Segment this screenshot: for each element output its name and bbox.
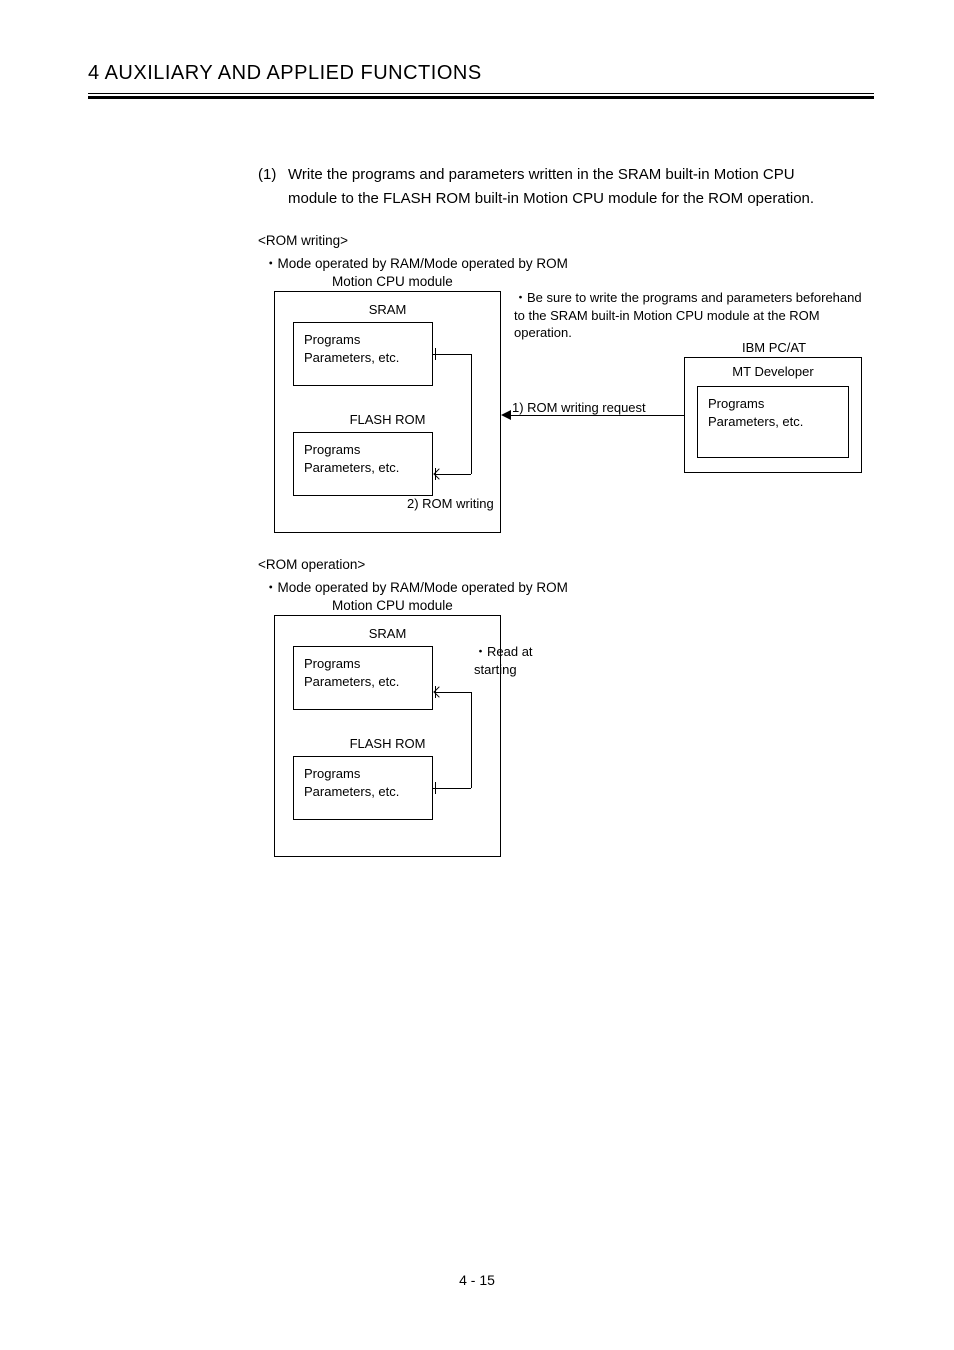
rom-operation-diagram: SRAM Programs Parameters, etc. FLASH ROM… — [274, 615, 874, 865]
sram-content-box-2: Programs Parameters, etc. — [293, 646, 433, 710]
ibm-pcat-label: IBM PC/AT — [714, 339, 834, 357]
rom-operation-title: <ROM operation> — [258, 557, 874, 572]
numbered-item-1: (1) Write the programs and parameters wr… — [258, 163, 844, 211]
rom-writing-mode: ・Mode operated by RAM/Mode operated by R… — [264, 252, 874, 272]
module-title-1: Motion CPU module — [332, 274, 874, 289]
rom-operation-mode: ・Mode operated by RAM/Mode operated by R… — [264, 576, 874, 596]
read-at-starting-label: ・Read at starting — [474, 643, 544, 678]
rom-writing-request-label: 1) ROM writing request — [512, 399, 646, 417]
sram-content-box: Programs Parameters, etc. — [293, 322, 433, 386]
mt-content-box: Programs Parameters, etc. — [697, 386, 849, 458]
rom-writing-diagram: SRAM Programs Parameters, etc. FLASH ROM… — [274, 291, 874, 543]
rom-writing-step-label: 2) ROM writing — [407, 495, 494, 513]
flash-label-2: FLASH ROM — [275, 736, 500, 751]
sram-label: SRAM — [275, 302, 500, 317]
item-text: Write the programs and parameters writte… — [288, 163, 844, 211]
page-header: 4 AUXILIARY AND APPLIED FUNCTIONS — [88, 62, 874, 93]
flash-content-box: Programs Parameters, etc. — [293, 432, 433, 496]
page-number: 4 - 15 — [0, 1272, 954, 1288]
sram-label-2: SRAM — [275, 626, 500, 641]
header-rule — [88, 93, 874, 99]
mt-developer-label: MT Developer — [685, 364, 861, 379]
item-number: (1) — [258, 163, 288, 211]
module-title-2: Motion CPU module — [332, 598, 874, 613]
rom-writing-title: <ROM writing> — [258, 233, 874, 248]
rom-writing-note: ・Be sure to write the programs and param… — [514, 289, 864, 342]
flash-content-box-2: Programs Parameters, etc. — [293, 756, 433, 820]
flash-label: FLASH ROM — [275, 412, 500, 427]
